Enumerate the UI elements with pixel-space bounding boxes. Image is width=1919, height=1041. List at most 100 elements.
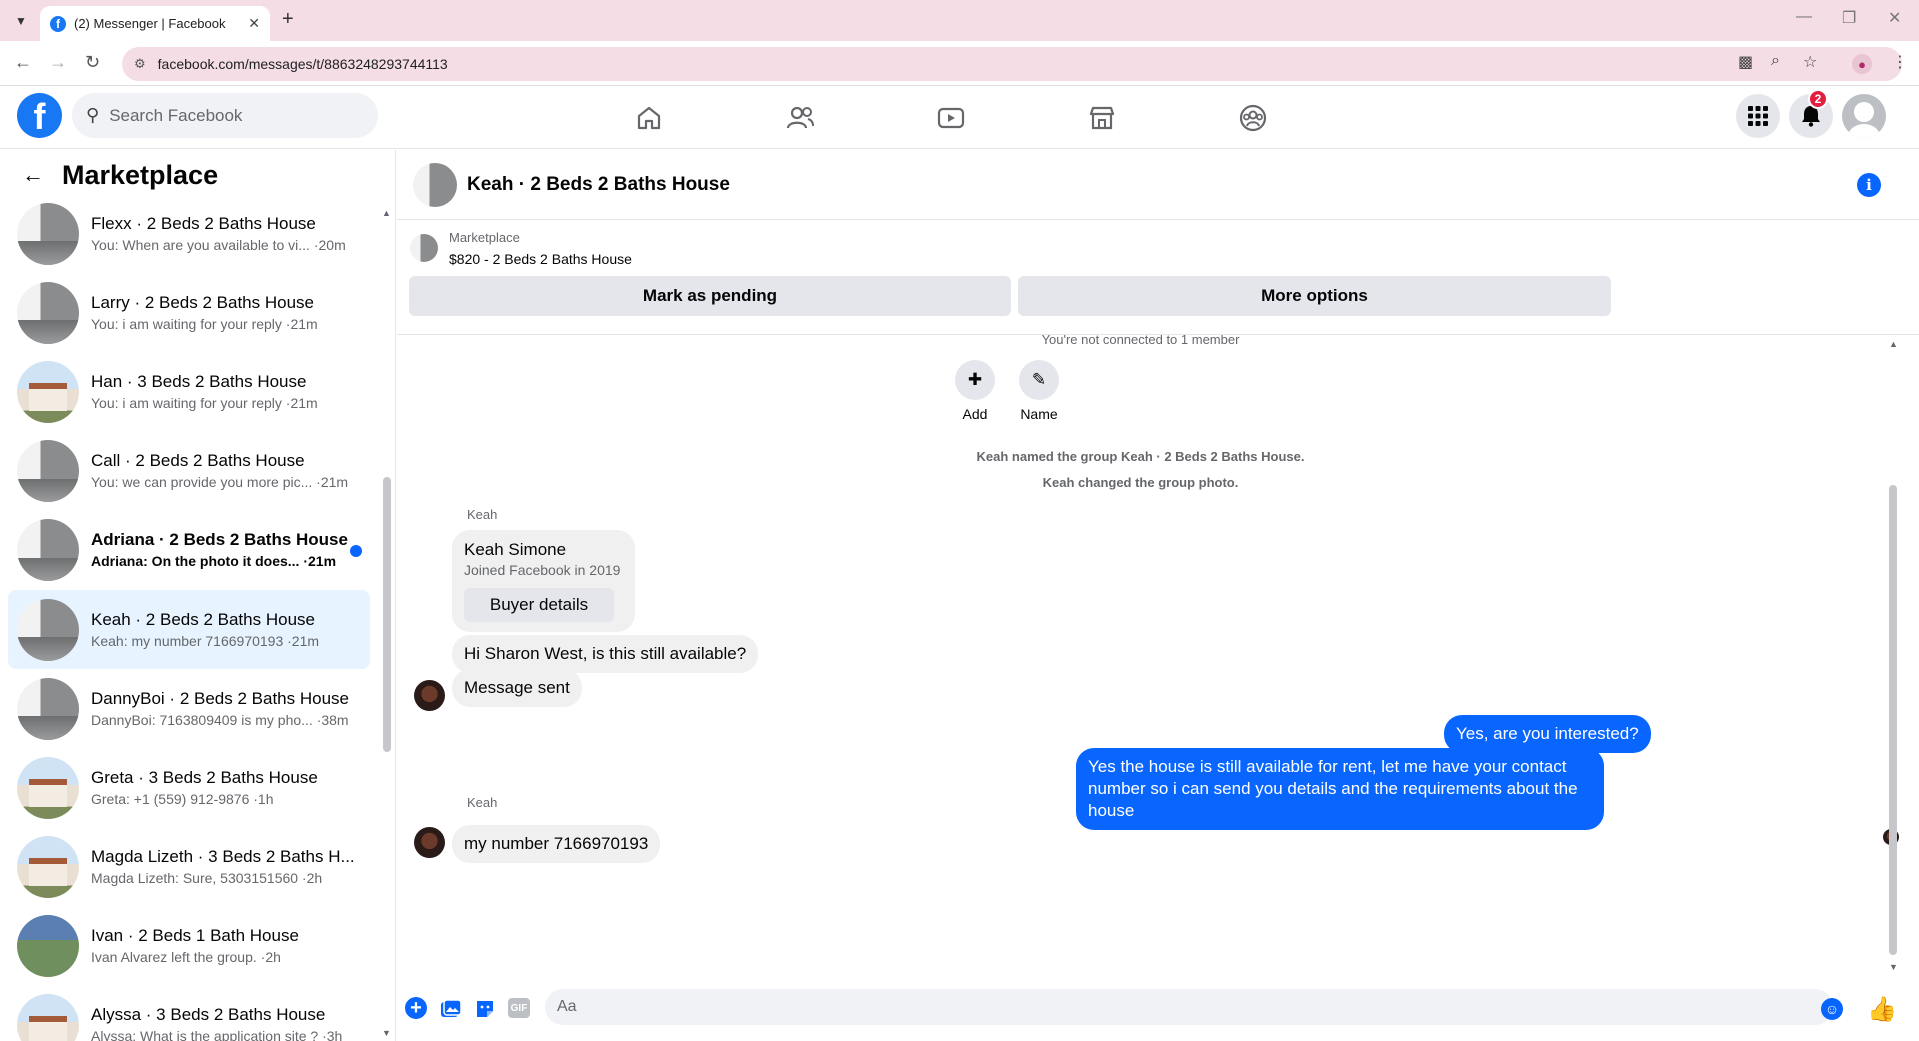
- scroll-up-icon[interactable]: ▲: [382, 208, 391, 218]
- sticker-icon[interactable]: [473, 997, 497, 1021]
- restore-icon[interactable]: ❐: [1842, 8, 1856, 28]
- emoji-icon[interactable]: ☺: [1821, 998, 1843, 1020]
- keah-avatar[interactable]: [414, 680, 445, 711]
- conversation-meta: Keah · 2 Beds 2 Baths House Keah: my numb…: [91, 609, 370, 651]
- browser-menu-icon[interactable]: ⋮: [1892, 52, 1908, 72]
- conversation-item[interactable]: Call · 2 Beds 2 Baths House You: we can p…: [8, 432, 370, 511]
- facebook-search-input[interactable]: ⚲ Search Facebook: [72, 93, 378, 138]
- forward-icon[interactable]: →: [49, 52, 67, 73]
- conversation-name: DannyBoi · 2 Beds 2 Baths House: [91, 688, 349, 708]
- mark-as-pending-button[interactable]: Mark as pending: [409, 276, 1011, 316]
- incoming-message[interactable]: my number 7166970193: [452, 825, 661, 863]
- marketplace-label: Marketplace: [449, 230, 520, 245]
- search-icon: ⚲: [86, 105, 100, 125]
- thumbs-up-icon[interactable]: 👍: [1867, 995, 1897, 1024]
- conversation-item[interactable]: Han · 3 Beds 2 Baths House You: i am wait…: [8, 352, 370, 431]
- conversation-item[interactable]: Magda Lizeth · 3 Beds 2 Baths H... Magda …: [8, 828, 370, 907]
- conversation-meta: DannyBoi · 2 Beds 2 Baths House DannyBoi:…: [91, 688, 370, 730]
- conversation-item[interactable]: Ivan · 2 Beds 1 Bath House Ivan Alvarez l…: [8, 907, 370, 986]
- chat-title[interactable]: Keah · 2 Beds 2 Baths House: [467, 174, 730, 196]
- facebook-favicon-icon: f: [50, 15, 66, 32]
- plus-icon[interactable]: +: [405, 997, 427, 1019]
- conversation-thumbnail: [17, 598, 79, 661]
- conversation-meta: Magda Lizeth · 3 Beds 2 Baths H... Magda …: [91, 846, 370, 888]
- conversation-thumbnail: [17, 360, 79, 423]
- back-icon[interactable]: ←: [14, 52, 32, 73]
- photo-icon[interactable]: [439, 997, 463, 1021]
- back-arrow-icon[interactable]: ←: [22, 162, 44, 188]
- marketplace-icon[interactable]: [1082, 98, 1122, 138]
- conversation-thumbnail: [17, 836, 79, 899]
- scroll-down-icon[interactable]: ▼: [1889, 962, 1898, 972]
- chat-scroll-thumb[interactable]: [1889, 485, 1897, 955]
- conversation-item[interactable]: Adriana · 2 Beds 2 Baths House Adriana: O…: [8, 511, 370, 590]
- account-avatar[interactable]: [1842, 94, 1886, 138]
- sidebar-title: Marketplace: [62, 159, 219, 190]
- conversation-meta: Greta · 3 Beds 2 Baths House Greta: +1 (5…: [91, 767, 370, 809]
- info-icon[interactable]: i: [1857, 173, 1881, 197]
- zoom-icon[interactable]: ⌕: [1771, 52, 1780, 70]
- listing-thumbnail[interactable]: [410, 234, 438, 262]
- video-icon[interactable]: [931, 98, 971, 138]
- scroll-up-icon[interactable]: ▲: [1889, 339, 1898, 349]
- listing-title[interactable]: $820 - 2 Beds 2 Baths House: [449, 251, 632, 267]
- add-person-icon[interactable]: ✚: [955, 360, 995, 400]
- new-tab-icon[interactable]: +: [282, 8, 294, 31]
- conversation-thumbnail: [17, 202, 79, 265]
- groups-icon[interactable]: [1233, 98, 1273, 138]
- scroll-down-icon[interactable]: ▼: [382, 1028, 391, 1038]
- chat-scrollbar[interactable]: ▲ ▼: [1887, 335, 1899, 975]
- set-name-action[interactable]: ✎ Name: [1009, 360, 1069, 422]
- more-options-button[interactable]: More options: [1018, 276, 1611, 316]
- incoming-message[interactable]: Hi Sharon West, is this still available?: [452, 635, 759, 673]
- menu-grid-icon[interactable]: [1736, 94, 1780, 138]
- conversation-name: Larry · 2 Beds 2 Baths House: [91, 292, 315, 312]
- browser-tab[interactable]: f (2) Messenger | Facebook ✕: [40, 6, 270, 41]
- buyer-name: Keah Simone: [464, 540, 567, 559]
- conversation-item[interactable]: Flexx · 2 Beds 2 Baths House You: When ar…: [8, 194, 370, 273]
- conversation-preview: You: we can provide you more pic... ·21m: [91, 474, 349, 491]
- url-field[interactable]: ⚙ facebook.com/messages/t/88632482937441…: [122, 47, 1902, 81]
- group-avatar[interactable]: [413, 162, 457, 207]
- conversation-meta: Ivan · 2 Beds 1 Bath House Ivan Alvarez l…: [91, 925, 370, 967]
- buyer-details-button[interactable]: Buyer details: [464, 588, 614, 622]
- reload-icon[interactable]: ↻: [85, 52, 100, 73]
- conversation-item[interactable]: Greta · 3 Beds 2 Baths House Greta: +1 (5…: [8, 748, 370, 827]
- buyer-profile-card: Keah Simone Joined Facebook in 2019 Buye…: [452, 530, 635, 632]
- conversation-meta: Larry · 2 Beds 2 Baths House You: i am wa…: [91, 292, 370, 334]
- incoming-message[interactable]: Message sent: [452, 669, 582, 707]
- friends-icon[interactable]: [780, 98, 820, 138]
- conversation-thumbnail: [17, 756, 79, 819]
- pencil-icon[interactable]: ✎: [1019, 360, 1059, 400]
- conversation-item[interactable]: DannyBoi · 2 Beds 2 Baths House DannyBoi:…: [8, 669, 370, 748]
- tab-search-chevron-icon[interactable]: ▼: [10, 10, 32, 32]
- conversation-meta: Adriana · 2 Beds 2 Baths House Adriana: O…: [91, 529, 370, 571]
- add-member-action[interactable]: ✚ Add: [945, 360, 1005, 422]
- install-app-icon[interactable]: ▩: [1738, 52, 1753, 72]
- site-settings-icon[interactable]: ⚙: [134, 56, 146, 72]
- conversation-preview: Alyssa: What is the application site ? ·…: [91, 1028, 343, 1041]
- conversation-preview: Greta: +1 (559) 912-9876 ·1h: [91, 790, 274, 807]
- conversation-preview: You: i am waiting for your reply ·21m: [91, 315, 318, 332]
- sidebar-scroll-thumb[interactable]: [383, 477, 391, 752]
- tab-close-icon[interactable]: ✕: [248, 15, 260, 32]
- minimize-icon[interactable]: —: [1796, 8, 1812, 26]
- gif-icon[interactable]: GIF: [508, 998, 530, 1018]
- browser-profile-icon[interactable]: ●: [1852, 54, 1872, 74]
- window-close-icon[interactable]: ✕: [1888, 8, 1901, 28]
- conversation-item[interactable]: Keah · 2 Beds 2 Baths House Keah: my numb…: [8, 589, 370, 670]
- sidebar-scrollbar[interactable]: ▲ ▼: [381, 202, 392, 1041]
- chat-panel: Keah · 2 Beds 2 Baths House i Marketplac…: [397, 150, 1919, 1041]
- message-input[interactable]: Aa: [545, 989, 1833, 1025]
- outgoing-message[interactable]: Yes the house is still available for ren…: [1076, 748, 1604, 830]
- notification-badge: 2: [1808, 89, 1828, 109]
- conversation-item[interactable]: Alyssa · 3 Beds 2 Baths House Alyssa: Wha…: [8, 986, 370, 1041]
- sender-name: Keah: [467, 507, 498, 522]
- home-icon[interactable]: [629, 98, 669, 138]
- conversation-item[interactable]: Larry · 2 Beds 2 Baths House You: i am wa…: [8, 273, 370, 352]
- conversation-thumbnail: [17, 440, 79, 503]
- facebook-logo-icon[interactable]: f: [17, 93, 62, 138]
- keah-avatar[interactable]: [414, 827, 445, 858]
- conversation-thumbnail: [17, 519, 79, 582]
- bookmark-star-icon[interactable]: ☆: [1803, 52, 1817, 72]
